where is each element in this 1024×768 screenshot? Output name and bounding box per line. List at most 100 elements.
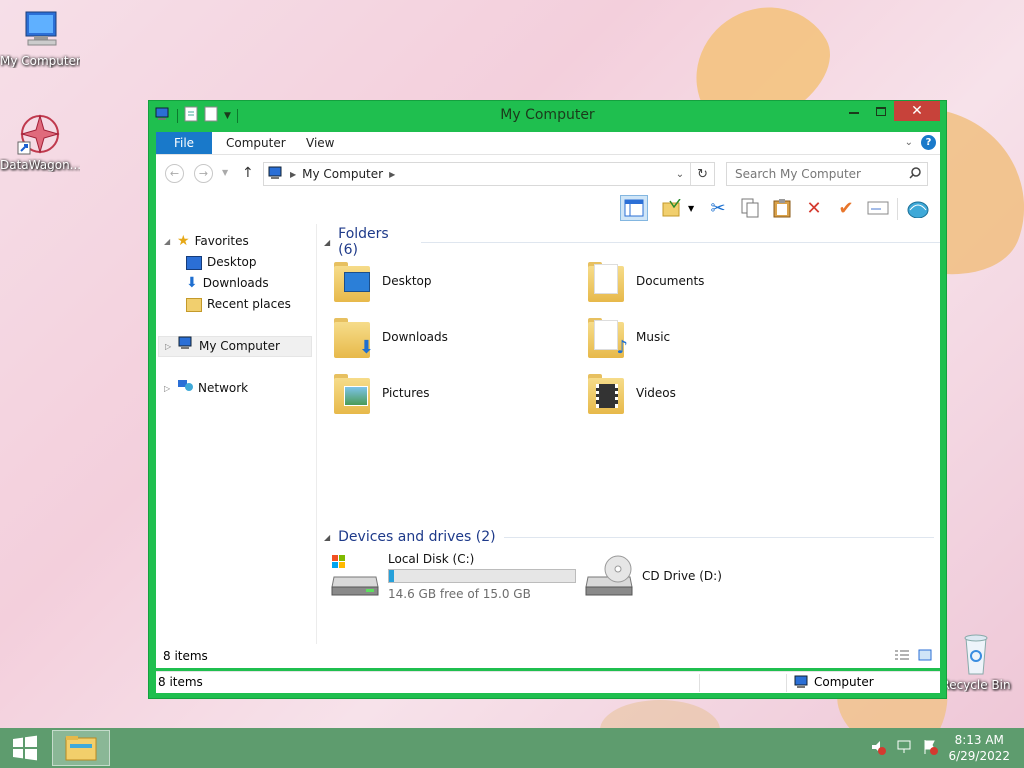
tab-computer[interactable]: Computer	[212, 132, 300, 154]
window-title: My Computer	[500, 107, 595, 123]
search-icon[interactable]	[909, 166, 921, 182]
drive-local-disk-c[interactable]: Local Disk (C:) 14.6 GB free of 15.0 GB	[330, 550, 576, 602]
inner-status-bar: 8 items	[156, 644, 940, 668]
group-divider	[420, 241, 940, 243]
expand-arrow-icon[interactable]: ▷	[164, 378, 172, 399]
folder-documents[interactable]: Documents	[584, 256, 824, 306]
maximize-button[interactable]	[867, 101, 894, 121]
copy-icon[interactable]	[736, 195, 764, 221]
cut-icon[interactable]: ✂	[704, 195, 732, 221]
nav-my-computer[interactable]: ▷ My Computer	[158, 336, 312, 357]
star-icon: ★	[177, 233, 190, 249]
group-header-folders[interactable]: ◢ Folders (6)	[324, 226, 940, 258]
hard-drive-icon	[330, 555, 380, 597]
desktop-icon-label: My Computer	[0, 54, 80, 68]
status-separator	[699, 674, 700, 692]
folder-videos[interactable]: Videos	[584, 368, 824, 418]
nav-favorites[interactable]: ◢ ★ Favorites	[164, 231, 249, 252]
group-title: Devices and drives (2)	[338, 529, 496, 545]
nav-network[interactable]: ▷ Network	[164, 378, 248, 399]
windows-logo-icon	[13, 735, 37, 761]
folder-pictures[interactable]: Pictures	[330, 368, 570, 418]
clock-date: 6/29/2022	[948, 749, 1010, 763]
folder-name: Downloads	[382, 330, 448, 344]
toolbar-separator	[897, 198, 898, 220]
organize-folder-icon[interactable]	[658, 195, 686, 221]
explorer-window: ▼ My Computer ✕ File Computer View ⌄ ? ←…	[148, 100, 947, 699]
forward-button[interactable]: →	[194, 164, 213, 183]
collapse-arrow-icon[interactable]: ◢	[324, 533, 330, 542]
folder-desktop[interactable]: Desktop	[330, 256, 570, 306]
volume-muted-icon[interactable]	[870, 739, 886, 759]
group-title: Folders (6)	[338, 226, 389, 258]
search-placeholder: Search My Computer	[735, 167, 861, 181]
desktop-icon-recycle-bin[interactable]: Recycle Bin	[936, 632, 1016, 692]
nav-label: Network	[198, 381, 249, 395]
item-count: 8 items	[163, 649, 208, 663]
title-bar[interactable]: ▼ My Computer ✕	[149, 101, 946, 131]
tab-view[interactable]: View	[292, 132, 348, 154]
help-icon[interactable]: ?	[921, 135, 936, 150]
desktop-icon-my-computer[interactable]: My Computer	[0, 8, 80, 68]
nav-label: My Computer	[199, 339, 280, 353]
network-globe-icon[interactable]	[904, 195, 932, 221]
outer-status-bar: 8 items Computer	[156, 671, 940, 693]
back-button[interactable]: ←	[165, 164, 184, 183]
computer-icon	[16, 8, 64, 52]
datawagon-shortcut-icon	[16, 112, 64, 156]
recent-locations-dropdown-icon[interactable]: ▼	[222, 168, 228, 177]
tab-file[interactable]: File	[156, 132, 212, 154]
pane-splitter[interactable]	[316, 224, 317, 644]
breadcrumb-chevron-icon[interactable]: ▶	[389, 170, 395, 179]
back-arrow-icon: ←	[169, 167, 180, 180]
folder-downloads[interactable]: ⬇ Downloads	[330, 312, 570, 362]
expand-ribbon-icon[interactable]: ⌄	[905, 137, 913, 148]
status-location: Computer	[814, 675, 874, 689]
breadcrumb-chevron-icon[interactable]: ▶	[290, 170, 296, 179]
start-button[interactable]	[0, 728, 50, 768]
minimize-button[interactable]	[840, 101, 867, 121]
address-dropdown-icon[interactable]: ⌄	[676, 169, 684, 180]
group-header-devices[interactable]: ◢ Devices and drives (2)	[324, 527, 934, 547]
paste-icon[interactable]	[768, 195, 796, 221]
content-area: ◢ ★ Favorites Desktop ⬇ Downloads Recent…	[156, 224, 940, 644]
refresh-icon[interactable]: ↻	[697, 167, 708, 182]
expand-arrow-icon[interactable]: ▷	[165, 336, 173, 357]
up-arrow-icon[interactable]: ↑	[242, 165, 254, 181]
desktop-icon-datawagon[interactable]: DataWagon...	[0, 112, 80, 172]
preview-pane-icon[interactable]	[620, 195, 648, 221]
collapse-arrow-icon[interactable]: ◢	[164, 231, 172, 252]
breadcrumb-my-computer[interactable]: My Computer	[302, 167, 383, 181]
rename-icon[interactable]	[864, 195, 892, 221]
network-icon	[177, 378, 193, 399]
nav-desktop[interactable]: Desktop	[186, 252, 257, 273]
collapse-arrow-icon[interactable]: ◢	[324, 238, 330, 247]
window-controls: ✕	[840, 101, 940, 121]
large-icons-view-icon[interactable]	[918, 649, 932, 664]
forward-arrow-icon: →	[198, 167, 209, 180]
taskbar-file-explorer[interactable]	[52, 730, 110, 766]
checkmark-icon[interactable]: ✔	[832, 195, 860, 221]
search-box[interactable]: Search My Computer	[726, 162, 928, 186]
downloads-folder-icon: ⬇	[330, 314, 376, 360]
drive-name: CD Drive (D:)	[642, 569, 722, 583]
network-status-icon[interactable]	[896, 739, 912, 759]
folder-name: Videos	[636, 386, 676, 400]
organize-dropdown-icon[interactable]: ▼	[688, 204, 694, 213]
drive-cd-d[interactable]: CD Drive (D:)	[584, 550, 722, 602]
close-button[interactable]: ✕	[894, 101, 940, 121]
address-bar[interactable]: ▶ My Computer ▶ ⌄ ↻	[263, 162, 715, 186]
folder-name: Music	[636, 330, 671, 344]
folder-music[interactable]: ♪ Music	[584, 312, 824, 362]
delete-icon[interactable]: ✕	[800, 195, 828, 221]
cd-drive-icon	[584, 555, 634, 597]
details-view-icon[interactable]	[894, 649, 910, 664]
action-center-flag-icon[interactable]	[922, 739, 938, 759]
nav-label: Downloads	[202, 276, 269, 290]
clock[interactable]: 8:13 AM 6/29/2022	[948, 732, 1010, 764]
nav-downloads[interactable]: ⬇ Downloads	[186, 273, 269, 294]
recent-places-icon	[186, 297, 202, 312]
navigation-bar: ← → ▼ ↑ ▶ My Computer ▶ ⌄ ↻ Search My Co…	[156, 154, 940, 192]
nav-recent-places[interactable]: Recent places	[186, 294, 291, 315]
command-toolbar: ▼ ✂ ✕ ✔	[156, 192, 940, 224]
